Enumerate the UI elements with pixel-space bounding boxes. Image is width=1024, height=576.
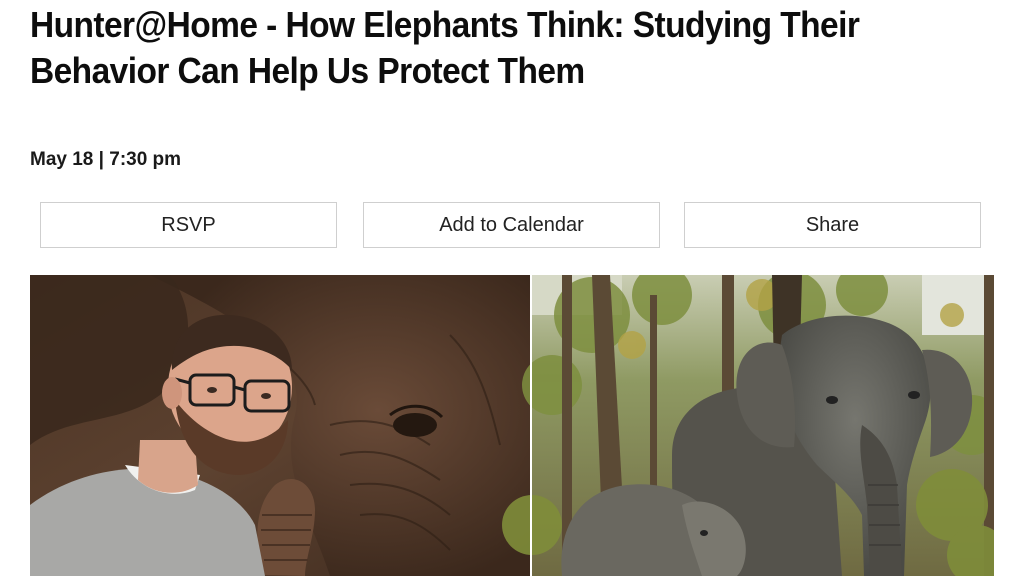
rsvp-button[interactable]: RSVP xyxy=(40,202,337,248)
man-with-elephant-photo xyxy=(30,275,530,576)
add-to-calendar-button[interactable]: Add to Calendar xyxy=(363,202,660,248)
share-button[interactable]: Share xyxy=(684,202,981,248)
event-actions: RSVP Add to Calendar Share xyxy=(40,202,984,250)
elephants-in-forest-photo xyxy=(502,275,994,576)
event-date-time: May 18 | 7:30 pm xyxy=(30,149,182,170)
event-hero-image xyxy=(30,275,994,576)
event-title: Hunter@Home - How Elephants Think: Study… xyxy=(30,4,860,91)
